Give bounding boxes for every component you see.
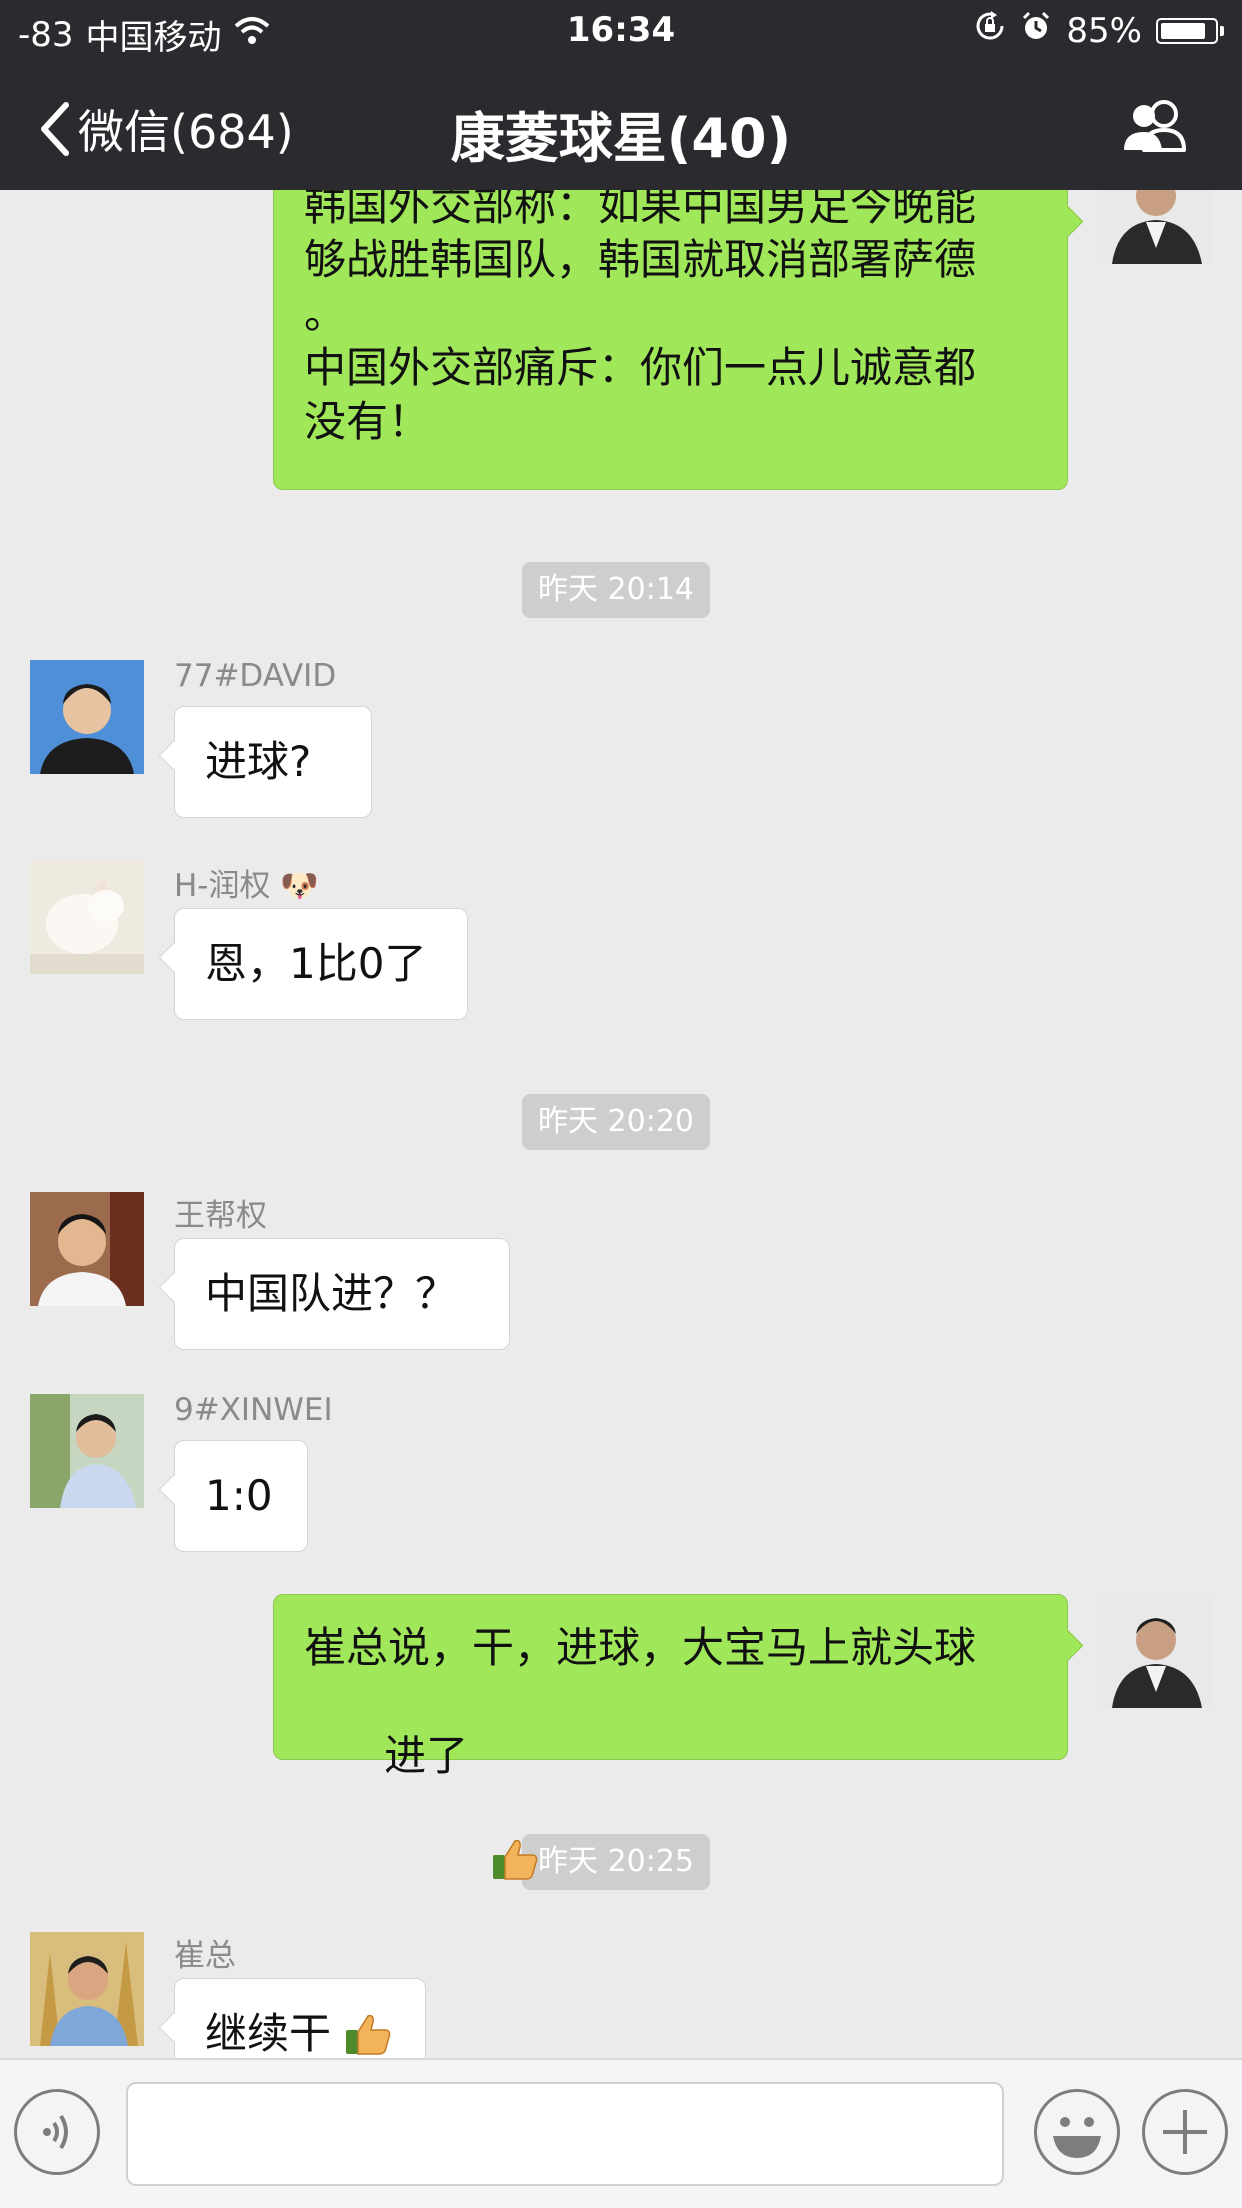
message-text: 1:0 — [205, 1471, 273, 1520]
navigation-bar: 微信(684) 康菱球星(40) — [0, 62, 1242, 190]
sender-avatar[interactable] — [30, 1932, 144, 2046]
message-input[interactable] — [126, 2082, 1004, 2186]
sender-avatar[interactable] — [30, 1192, 144, 1306]
incoming-message-bubble[interactable]: 中国队进？？ — [174, 1238, 510, 1350]
voice-button[interactable] — [14, 2089, 100, 2175]
timestamp-pill: 昨天 20:20 — [522, 1094, 710, 1150]
outgoing-message-bubble[interactable]: 崔总说，干，进球，大宝马上就头球 进了 — [273, 1594, 1068, 1880]
sender-name: 王帮权 — [174, 1198, 267, 1234]
chat-title: 康菱球星(40) — [450, 107, 792, 170]
thumbs-up-icon — [384, 1783, 539, 1948]
sender-name-text: H-润权 — [174, 868, 271, 904]
emoji-icon — [1053, 2117, 1101, 2158]
battery-icon — [1156, 17, 1218, 44]
input-toolbar — [0, 2058, 1242, 2208]
battery-tip — [1220, 25, 1224, 36]
sender-name: 77#DAVID — [174, 658, 337, 694]
status-bar: -83 中国移动 16:34 85% — [0, 0, 1242, 62]
battery-fill — [1161, 22, 1205, 39]
rotation-lock-icon — [974, 10, 1006, 51]
message-text: 恩，1比0了 — [205, 939, 427, 988]
message-text: 韩国外交部称：如果中国男足今晚能 够战胜韩国队，韩国就取消部署萨德 。 中国外交… — [304, 190, 977, 446]
chat-message-list[interactable]: 韩国外交部称：如果中国男足今晚能 够战胜韩国队，韩国就取消部署萨德 。 中国外交… — [0, 190, 1242, 2058]
message-text-line: 进了 — [304, 1675, 1037, 2002]
plus-icon — [1163, 2110, 1207, 2154]
my-avatar[interactable] — [1098, 1594, 1212, 1708]
sender-avatar[interactable] — [30, 660, 144, 774]
sender-avatar[interactable] — [30, 860, 144, 974]
more-button[interactable] — [1142, 2089, 1228, 2175]
voice-icon — [43, 2114, 68, 2150]
message-text: 进球? — [205, 737, 312, 786]
incoming-message-bubble[interactable]: 进球? — [174, 706, 372, 818]
group-members-icon — [1124, 100, 1186, 152]
battery-percent: 85% — [1066, 10, 1142, 51]
message-text: 进了 — [384, 1731, 469, 1780]
sender-name: 9#XINWEI — [174, 1392, 333, 1428]
alarm-icon — [1020, 10, 1052, 51]
sender-avatar[interactable] — [30, 1394, 144, 1508]
sender-name: H-润权 🐶 — [174, 860, 319, 905]
my-avatar[interactable] — [1098, 190, 1212, 264]
group-members-button[interactable] — [1120, 98, 1190, 158]
outgoing-message-bubble[interactable]: 韩国外交部称：如果中国男足今晚能 够战胜韩国队，韩国就取消部署萨德 。 中国外交… — [273, 190, 1068, 490]
incoming-message-bubble[interactable]: 恩，1比0了 — [174, 908, 468, 1020]
message-text: 中国队进？？ — [205, 1269, 458, 1318]
message-text: 继续干 — [205, 2009, 332, 2058]
dog-emoji-icon: 🐶 — [280, 868, 319, 904]
sender-name: 崔总 — [174, 1938, 236, 1974]
incoming-message-bubble[interactable]: 1:0 — [174, 1440, 308, 1552]
emoji-button[interactable] — [1034, 2089, 1120, 2175]
timestamp-pill: 昨天 20:14 — [522, 562, 710, 618]
status-right: 85% — [974, 10, 1224, 51]
message-text-line: 崔总说，干，进球，大宝马上就头球 — [304, 1623, 977, 1672]
